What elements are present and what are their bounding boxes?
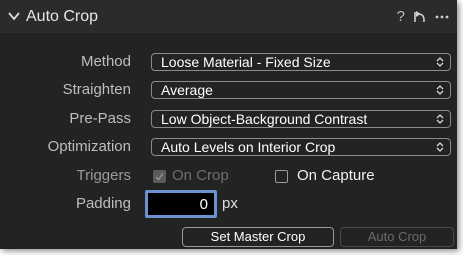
set-master-crop-button[interactable]: Set Master Crop (182, 227, 334, 247)
optimization-select[interactable]: Auto Levels on Interior Crop (151, 138, 451, 156)
chevron-down-icon[interactable] (6, 8, 22, 24)
updown-arrows-icon (436, 85, 444, 95)
updown-arrows-icon (436, 57, 444, 67)
panel-header[interactable]: Auto Crop ? (0, 0, 457, 35)
prepass-select[interactable]: Low Object-Background Contrast (151, 110, 451, 128)
prepass-value: Low Object-Background Contrast (161, 111, 368, 127)
auto-crop-button[interactable]: Auto Crop (340, 227, 454, 247)
padding-input[interactable]: 0 (145, 190, 217, 218)
updown-arrows-icon (436, 142, 444, 152)
auto-crop-panel: Auto Crop ? Method Loose Material - Fixe… (0, 0, 457, 249)
method-value: Loose Material - Fixed Size (161, 54, 331, 70)
optimization-value: Auto Levels on Interior Crop (161, 139, 336, 155)
panel-title: Auto Crop (26, 8, 99, 25)
method-select[interactable]: Loose Material - Fixed Size (151, 53, 451, 71)
on-crop-label: On Crop (172, 167, 229, 184)
help-icon[interactable]: ? (397, 8, 405, 26)
padding-unit: px (222, 195, 238, 212)
updown-arrows-icon (436, 114, 444, 124)
header-tools: ? (397, 8, 449, 26)
triggers-label: Triggers (76, 167, 131, 184)
on-capture-checkbox[interactable] (275, 170, 288, 183)
prepass-label: Pre-Pass (69, 110, 131, 127)
optimization-label: Optimization (47, 138, 131, 155)
straighten-label: Straighten (62, 81, 131, 98)
checkmark-icon (155, 173, 164, 181)
on-crop-checkbox[interactable] (153, 170, 166, 183)
padding-label: Padding (75, 195, 131, 212)
reset-arrow-icon[interactable] (413, 10, 427, 24)
straighten-value: Average (161, 82, 213, 98)
method-label: Method (80, 53, 131, 70)
straighten-select[interactable]: Average (151, 81, 451, 99)
ellipsis-icon[interactable] (435, 15, 449, 19)
padding-value: 0 (199, 196, 208, 213)
on-capture-label: On Capture (297, 167, 375, 184)
